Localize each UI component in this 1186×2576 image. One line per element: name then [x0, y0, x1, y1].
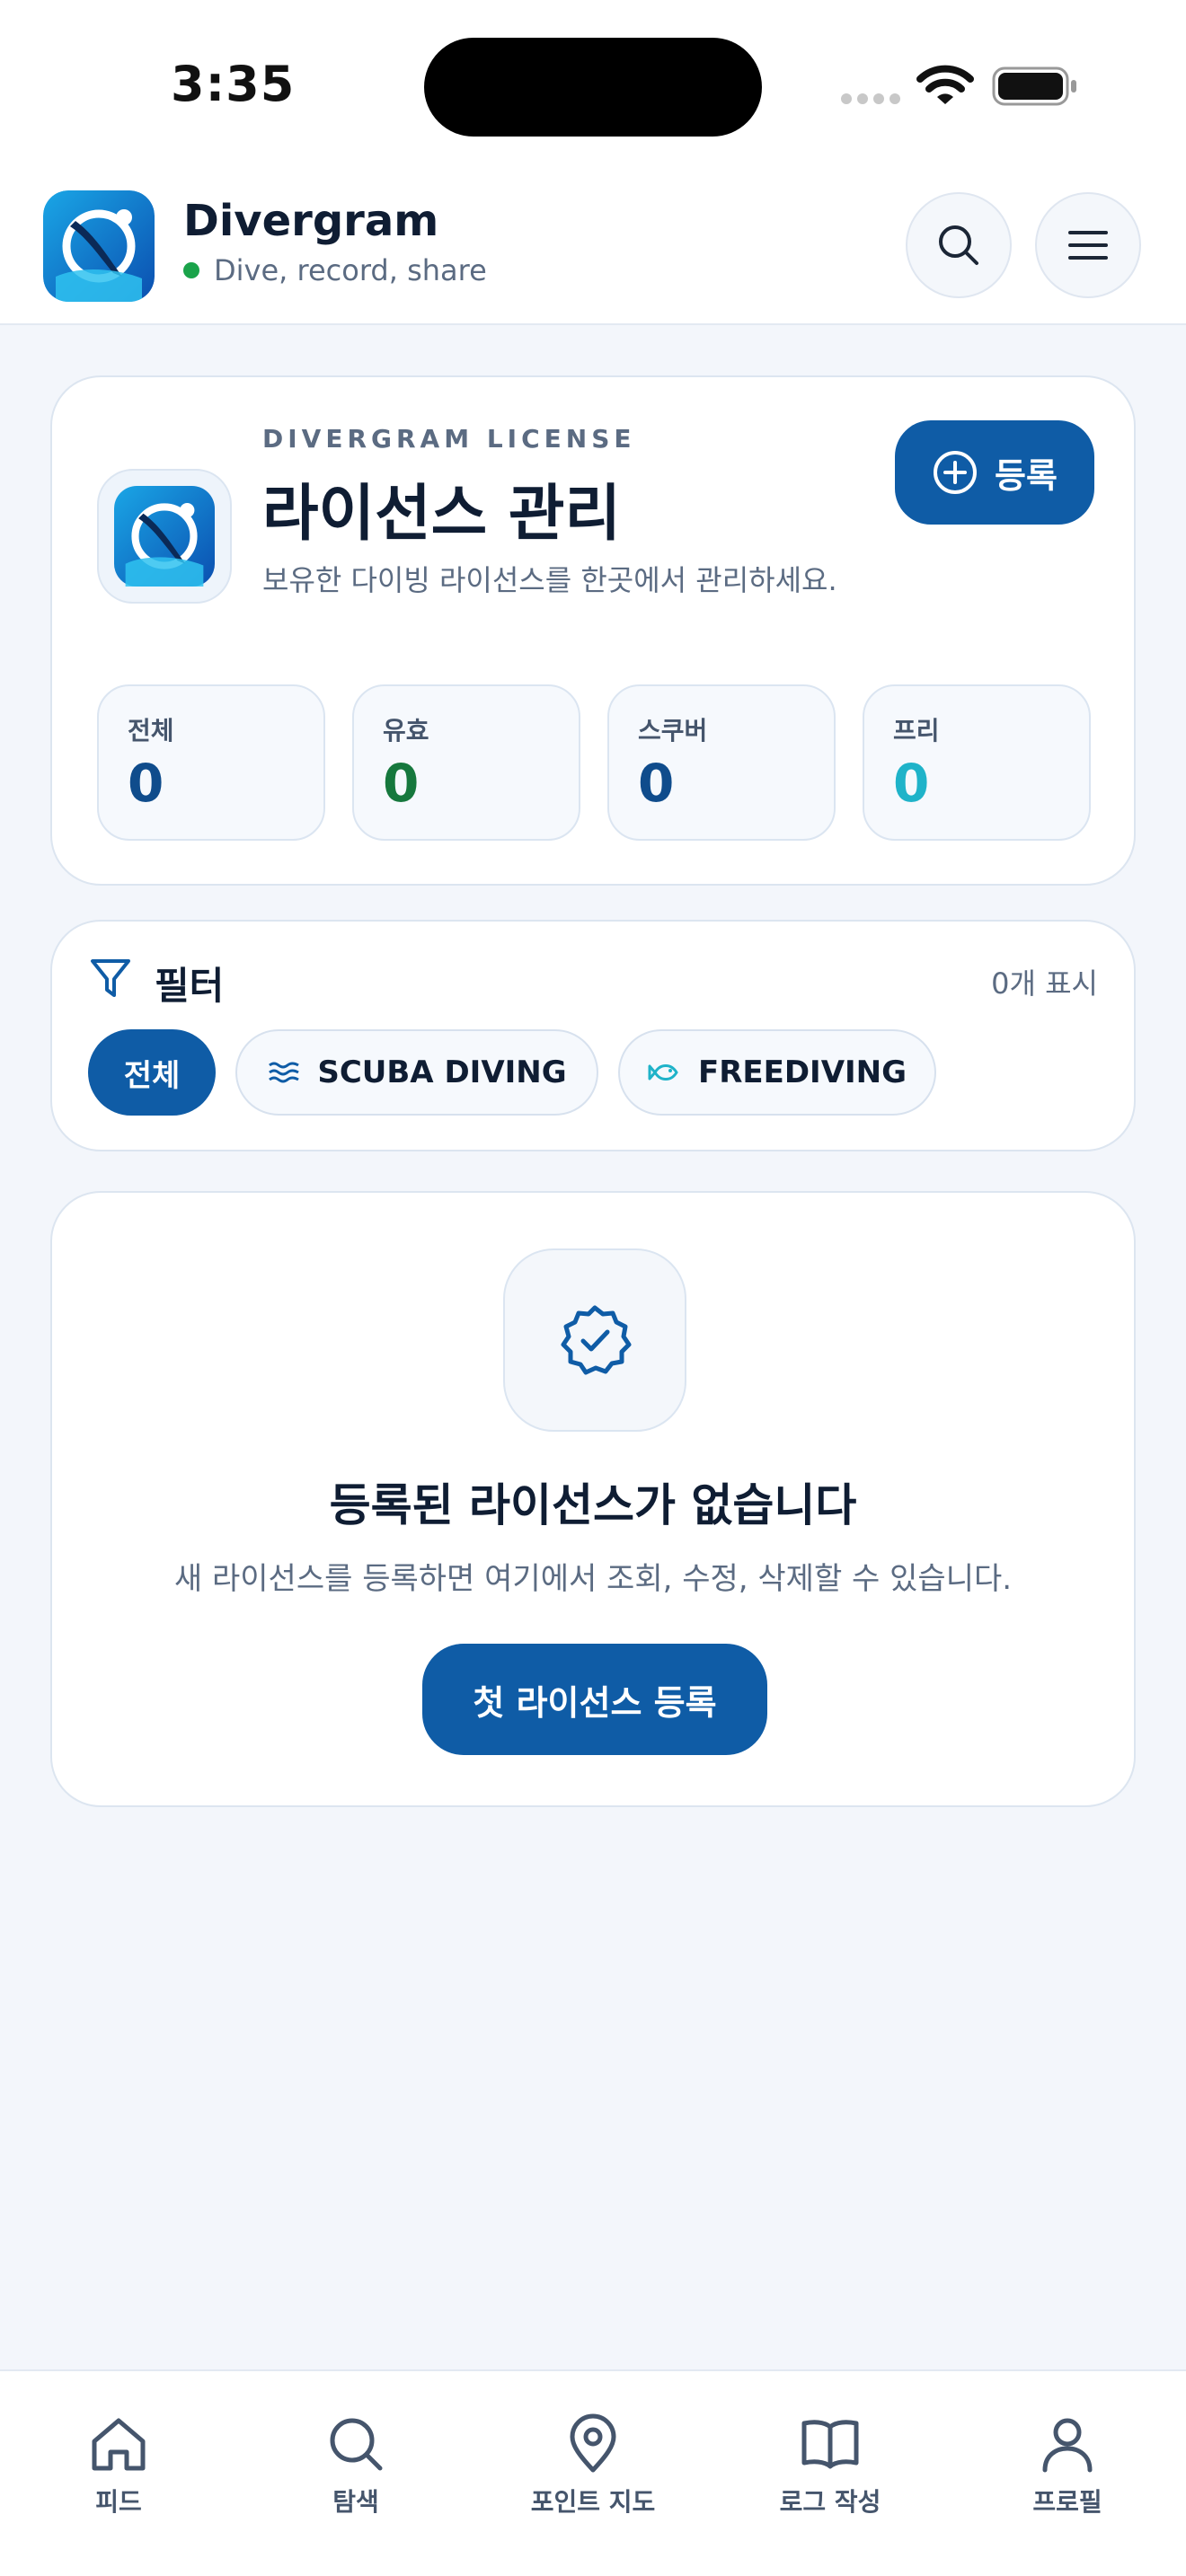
- home-icon: [92, 2418, 146, 2471]
- stat-free: 프리 0: [863, 684, 1091, 841]
- filter-chip-all[interactable]: 전체: [88, 1029, 216, 1116]
- map-pin-icon: [570, 2413, 616, 2473]
- empty-state-card: 등록된 라이선스가 없습니다 새 라이선스를 등록하면 여기에서 조회, 수정,…: [50, 1191, 1136, 1807]
- filter-title: 필터: [155, 964, 225, 1008]
- nav-item-point-map[interactable]: 포인트 지도: [503, 2413, 683, 2519]
- fish-icon: [648, 1064, 678, 1081]
- stat-label: 전체: [128, 716, 174, 745]
- filter-result-count: 0개 표시: [991, 966, 1098, 1001]
- nav-item-explore[interactable]: 탐색: [266, 2413, 446, 2519]
- filter-chip-scuba[interactable]: SCUBA DIVING: [235, 1029, 598, 1116]
- stat-value: 0: [383, 753, 420, 814]
- status-time: 3:35: [171, 56, 296, 112]
- app-logo[interactable]: [43, 190, 155, 302]
- app-tagline: Dive, record, share: [183, 253, 487, 287]
- book-icon: [801, 2420, 859, 2469]
- search-icon: [330, 2418, 383, 2471]
- license-eyebrow: DIVERGRAM LICENSE: [262, 424, 636, 454]
- tagline-text: Dive, record, share: [214, 253, 487, 287]
- dynamic-island: [424, 38, 762, 137]
- empty-state-badge: [503, 1248, 686, 1432]
- stat-label: 스쿠버: [638, 716, 708, 745]
- wifi-icon: [916, 65, 974, 104]
- nav-item-feed[interactable]: 피드: [29, 2413, 208, 2519]
- stat-total: 전체 0: [97, 684, 325, 841]
- filter-chip-freediving[interactable]: FREEDIVING: [618, 1029, 936, 1116]
- chip-label: FREEDIVING: [697, 1054, 907, 1090]
- header-search-button[interactable]: [906, 192, 1012, 298]
- stat-value: 0: [638, 753, 675, 814]
- register-first-license-button[interactable]: 첫 라이선스 등록: [422, 1644, 767, 1755]
- stat-value: 0: [128, 753, 164, 814]
- app-title: Divergram: [183, 196, 439, 246]
- status-bar: 3:35: [0, 0, 1186, 171]
- nav-item-write-log[interactable]: 로그 작성: [740, 2413, 920, 2519]
- search-icon: [939, 225, 978, 265]
- user-icon: [1042, 2418, 1093, 2473]
- register-button-label: 등록: [995, 455, 1058, 496]
- empty-state-description: 새 라이선스를 등록하면 여기에서 조회, 수정, 삭제할 수 있습니다.: [173, 1561, 1013, 1597]
- chip-label: SCUBA DIVING: [317, 1054, 567, 1090]
- register-license-button[interactable]: 등록: [895, 420, 1094, 525]
- empty-state-title: 등록된 라이선스가 없습니다: [329, 1479, 857, 1531]
- app-header: Divergram Dive, record, share: [0, 171, 1186, 325]
- stat-value: 0: [893, 753, 930, 814]
- nav-label: 로그 작성: [779, 2487, 881, 2517]
- header-menu-button[interactable]: [1035, 192, 1141, 298]
- page-description: 보유한 다이빙 라이선스를 한곳에서 관리하세요.: [262, 563, 837, 597]
- license-summary-card: DIVERGRAM LICENSE 라이선스 관리 보유한 다이빙 라이선스를 …: [50, 375, 1136, 886]
- stat-label: 프리: [893, 716, 940, 745]
- chip-label: 전체: [123, 1057, 181, 1094]
- nav-item-profile[interactable]: 프로필: [978, 2413, 1157, 2519]
- badge-check-icon: [561, 1305, 632, 1375]
- nav-label: 포인트 지도: [530, 2487, 656, 2517]
- stat-label: 유효: [383, 716, 429, 745]
- plus-circle-icon: [934, 451, 978, 494]
- filter-card: 필터 0개 표시 전체 SCUBA DIVING FREEDIVING: [50, 920, 1136, 1151]
- filter-icon: [91, 959, 130, 997]
- stat-valid: 유효 0: [352, 684, 580, 841]
- online-status-dot: [183, 262, 199, 278]
- license-card-logo: [97, 469, 232, 604]
- cellular-signal-icon: [841, 93, 900, 104]
- nav-label: 피드: [95, 2487, 142, 2517]
- menu-icon: [1068, 231, 1108, 260]
- stat-scuba: 스쿠버 0: [607, 684, 836, 841]
- nav-label: 탐색: [332, 2487, 379, 2517]
- page-title: 라이선스 관리: [262, 479, 622, 550]
- bottom-nav: 피드 탐색 포인트 지도 로그 작성 프로필: [0, 2369, 1186, 2576]
- nav-label: 프로필: [1032, 2487, 1102, 2517]
- battery-icon: [992, 66, 1076, 106]
- waves-icon: [269, 1062, 300, 1083]
